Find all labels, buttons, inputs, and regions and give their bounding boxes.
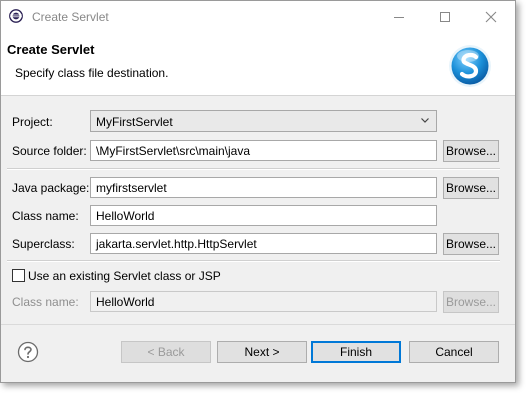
minimize-button[interactable] — [376, 1, 422, 32]
project-label: Project: — [12, 115, 53, 129]
existing-class-name-field: HelloWorld — [90, 291, 437, 312]
create-servlet-dialog: Create Servlet Create Servlet Specify cl… — [0, 0, 516, 383]
existing-class-name-label: Class name: — [12, 295, 79, 309]
back-button: < Back — [121, 341, 211, 363]
maximize-icon — [440, 11, 450, 22]
project-value: MyFirstServlet — [96, 115, 173, 129]
close-icon — [485, 11, 497, 22]
superclass-field[interactable]: jakarta.servlet.http.HttpServlet — [90, 233, 437, 254]
existing-servlet-checkbox-label[interactable]: Use an existing Servlet class or JSP — [28, 269, 221, 283]
close-button[interactable] — [468, 1, 514, 32]
wizard-banner: Create Servlet Specify class file destin… — [1, 32, 515, 96]
separator — [7, 260, 500, 262]
window-title: Create Servlet — [32, 10, 109, 24]
servlet-logo-icon — [449, 45, 491, 87]
banner-title: Create Servlet — [7, 42, 95, 57]
browse-superclass-button[interactable]: Browse... — [443, 233, 499, 255]
chevron-down-icon — [421, 118, 429, 123]
minimize-icon — [394, 16, 404, 18]
existing-servlet-checkbox[interactable] — [12, 269, 25, 282]
java-package-label: Java package: — [12, 181, 90, 195]
title-bar: Create Servlet — [1, 1, 515, 32]
cancel-button[interactable]: Cancel — [409, 341, 499, 363]
browse-existing-button: Browse... — [443, 291, 499, 313]
finish-button[interactable]: Finish — [311, 341, 401, 363]
banner-subtitle: Specify class file destination. — [15, 66, 169, 80]
project-select[interactable]: MyFirstServlet — [90, 110, 437, 132]
separator — [7, 168, 500, 170]
eclipse-app-icon — [9, 9, 23, 23]
java-package-field[interactable]: myfirstservlet — [90, 177, 437, 198]
browse-package-button[interactable]: Browse... — [443, 177, 499, 199]
footer-separator — [1, 324, 515, 325]
next-button[interactable]: Next > — [217, 341, 307, 363]
maximize-button[interactable] — [422, 1, 468, 32]
source-folder-field[interactable]: \MyFirstServlet\src\main\java — [90, 140, 437, 161]
browse-source-folder-button[interactable]: Browse... — [443, 140, 499, 162]
class-name-field[interactable]: HelloWorld — [90, 205, 437, 226]
superclass-label: Superclass: — [12, 237, 75, 251]
source-folder-label: Source folder: — [12, 144, 87, 158]
class-name-label: Class name: — [12, 209, 79, 223]
help-icon[interactable] — [17, 341, 39, 363]
